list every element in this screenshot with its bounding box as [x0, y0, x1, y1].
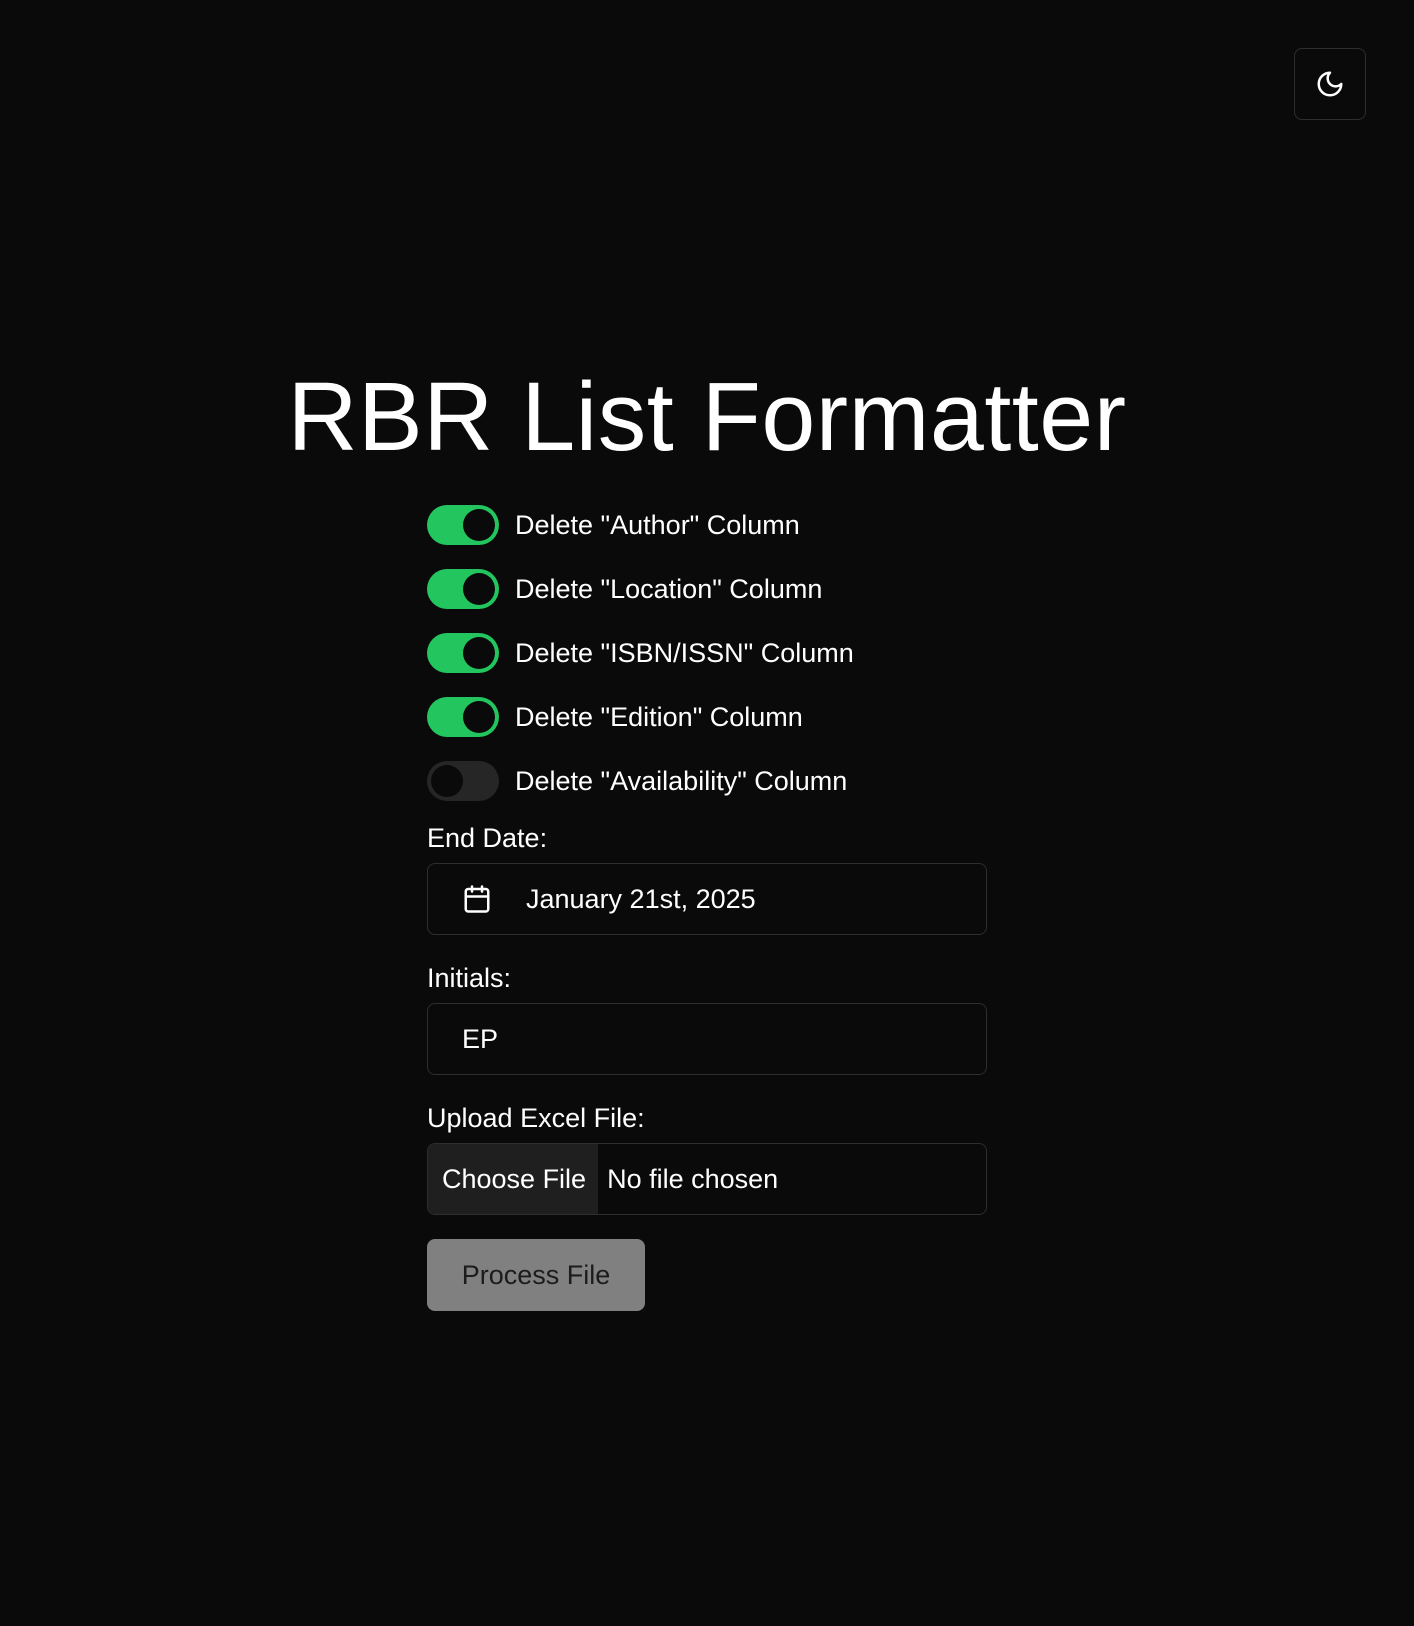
switch-knob	[431, 765, 463, 797]
toggle-label: Delete "Edition" Column	[515, 702, 803, 732]
upload-label: Upload Excel File:	[427, 1103, 645, 1133]
toggle-label: Delete "ISBN/ISSN" Column	[515, 638, 854, 668]
page-title: RBR List Formatter	[287, 362, 1127, 471]
toggle-delete-location[interactable]	[427, 569, 499, 609]
file-status-text: No file chosen	[607, 1163, 779, 1194]
page: RBR List Formatter Delete "Author" Colum…	[0, 0, 1414, 1626]
toggle-delete-isbn[interactable]	[427, 633, 499, 673]
end-date-picker[interactable]: January 21st, 2025	[427, 863, 987, 935]
process-file-button[interactable]: Process File	[427, 1239, 645, 1311]
toggle-delete-author[interactable]	[427, 505, 499, 545]
switch-knob	[463, 509, 495, 541]
moon-icon	[1317, 71, 1343, 97]
toggle-row-author: Delete "Author" Column	[427, 505, 987, 545]
toggle-label: Delete "Availability" Column	[515, 766, 848, 796]
toggle-label: Delete "Location" Column	[515, 574, 823, 604]
toggle-row-availability: Delete "Availability" Column	[427, 761, 987, 801]
toggle-delete-edition[interactable]	[427, 697, 499, 737]
toggle-row-isbn: Delete "ISBN/ISSN" Column	[427, 633, 987, 673]
choose-file-button[interactable]: Choose File	[428, 1144, 599, 1214]
calendar-icon	[464, 885, 490, 913]
end-date-label: End Date:	[427, 823, 548, 853]
formatter-form: Delete "Author" Column Delete "Location"…	[427, 505, 987, 1311]
switch-knob	[463, 701, 495, 733]
initials-input[interactable]	[427, 1003, 987, 1075]
theme-toggle-button[interactable]	[1294, 48, 1366, 120]
toggle-row-location: Delete "Location" Column	[427, 569, 987, 609]
toggle-row-edition: Delete "Edition" Column	[427, 697, 987, 737]
end-date-value: January 21st, 2025	[526, 883, 756, 914]
toggle-delete-availability[interactable]	[427, 761, 499, 801]
toggle-label: Delete "Author" Column	[515, 510, 800, 540]
switch-knob	[463, 573, 495, 605]
switch-knob	[463, 637, 495, 669]
initials-label: Initials:	[427, 963, 512, 993]
file-upload-input[interactable]: Choose File No file chosen	[427, 1143, 987, 1215]
